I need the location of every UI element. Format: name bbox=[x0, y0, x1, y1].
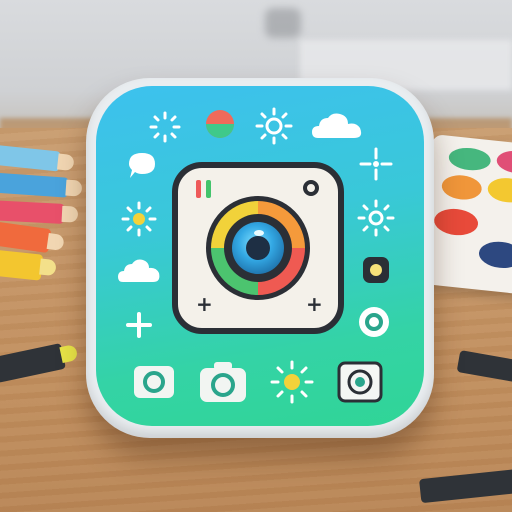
paint-pink bbox=[495, 148, 512, 176]
cloud-small-icon bbox=[118, 259, 160, 282]
plus-icon bbox=[126, 312, 152, 338]
camera-stripe-green bbox=[206, 180, 211, 198]
plus-icon-right: + bbox=[306, 292, 323, 316]
chat-bubble-icon bbox=[129, 153, 155, 178]
lens-glint bbox=[254, 230, 264, 236]
focus-circle-icon bbox=[359, 307, 389, 337]
paint-orange bbox=[440, 173, 483, 202]
camera-stripe-red bbox=[196, 180, 201, 198]
crayon-red bbox=[0, 200, 79, 224]
sun-bright-icon bbox=[270, 360, 314, 404]
color-dot-icon bbox=[206, 110, 234, 138]
sun-small-icon bbox=[121, 201, 157, 237]
paint-navy bbox=[477, 239, 512, 271]
crayon-yellow bbox=[0, 249, 57, 281]
sun-outline-icon bbox=[357, 199, 395, 237]
cloud-icon bbox=[312, 113, 362, 138]
lens-pupil bbox=[246, 236, 270, 260]
plus-icon-left: + bbox=[196, 292, 213, 316]
paint-yellow bbox=[486, 176, 512, 205]
camera-icon bbox=[132, 362, 176, 398]
paint-red bbox=[432, 206, 480, 238]
sun-icon bbox=[255, 107, 293, 145]
camera-solid-icon bbox=[200, 362, 246, 402]
flash-icon bbox=[363, 257, 389, 283]
background-object bbox=[265, 8, 301, 38]
camera-outline-icon bbox=[134, 366, 174, 398]
paint-green bbox=[447, 145, 492, 173]
camera-viewfinder-icon bbox=[303, 180, 319, 196]
target-square-icon bbox=[337, 361, 383, 403]
sparkle-icon bbox=[359, 147, 393, 181]
sun-sparkle-icon bbox=[149, 111, 181, 143]
camera-filled-icon bbox=[198, 362, 246, 402]
